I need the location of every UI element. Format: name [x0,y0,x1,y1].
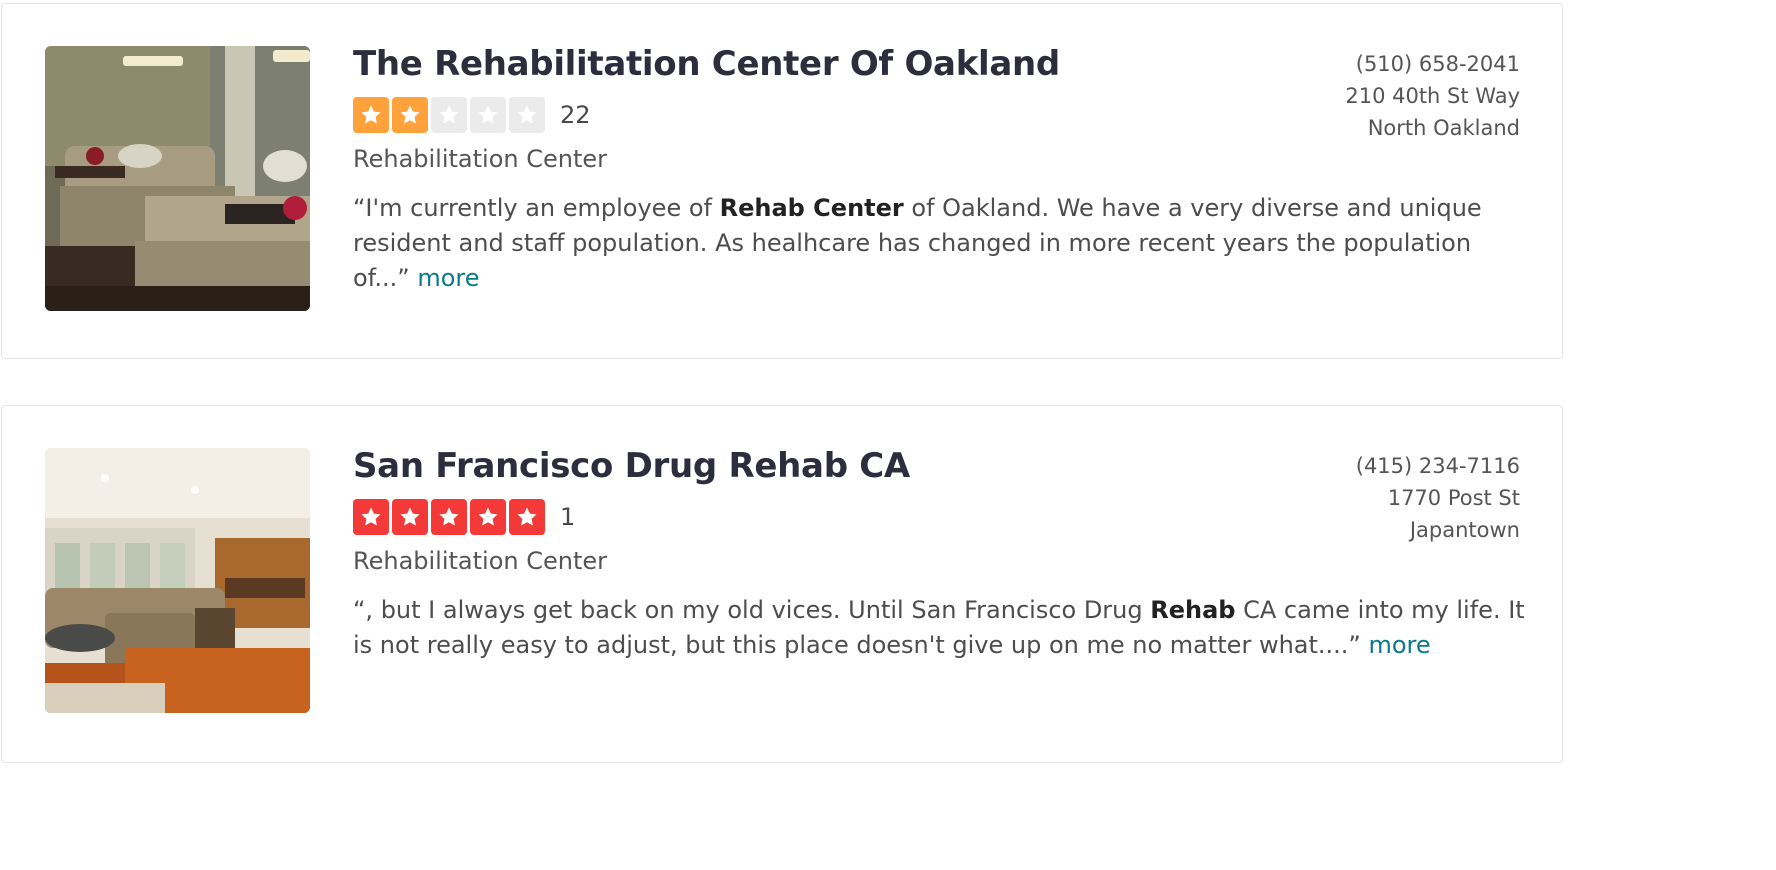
street-address: 1770 Post St [1387,486,1520,510]
result-body: San Francisco Drug Rehab CA 1 Rehabilita… [353,446,1525,663]
category-link[interactable]: Rehabilitation Center [353,547,607,575]
snippet-highlight: Rehab Center [719,193,904,222]
star-rating [353,498,545,535]
more-link[interactable]: more [1368,631,1430,659]
rating-row: 1 [353,498,1525,535]
review-count[interactable]: 22 [560,101,591,129]
bedroom-photo [45,46,310,311]
business-name-link[interactable]: San Francisco Drug Rehab CA [353,446,910,487]
review-snippet: “I'm currently an employee of Rehab Cent… [353,191,1525,296]
living-room-photo [45,448,310,713]
snippet-text: “I'm currently an employee of [353,193,720,222]
phone-number: (510) 658-2041 [1355,52,1520,76]
search-results: The Rehabilitation Center Of Oakland 22 … [0,0,1776,870]
star-icon [392,96,428,133]
star-icon [353,498,389,535]
review-snippet: “, but I always get back on my old vices… [353,593,1525,663]
contact-info: (510) 658-2041 210 40th St Way North Oak… [1345,48,1520,144]
business-photo[interactable] [45,448,310,713]
snippet-highlight: Rehab [1150,595,1236,624]
star-icon [353,96,389,133]
result-card: San Francisco Drug Rehab CA 1 Rehabilita… [1,405,1563,763]
star-icon [509,96,545,133]
result-card: The Rehabilitation Center Of Oakland 22 … [1,3,1563,359]
star-icon [431,96,467,133]
business-photo[interactable] [45,46,310,311]
star-icon [509,498,545,535]
review-count[interactable]: 1 [560,503,575,531]
neighborhood: Japantown [1409,518,1520,542]
more-link[interactable]: more [417,264,479,292]
contact-info: (415) 234-7116 1770 Post St Japantown [1356,450,1520,546]
star-icon [470,96,506,133]
star-icon [431,498,467,535]
star-rating [353,96,545,133]
phone-number: (415) 234-7116 [1355,454,1520,478]
neighborhood: North Oakland [1367,116,1520,140]
street-address: 210 40th St Way [1345,84,1520,108]
business-name-link[interactable]: The Rehabilitation Center Of Oakland [353,44,1060,85]
star-icon [470,498,506,535]
category-link[interactable]: Rehabilitation Center [353,145,607,173]
star-icon [392,498,428,535]
snippet-text: “, but I always get back on my old vices… [353,595,1151,624]
